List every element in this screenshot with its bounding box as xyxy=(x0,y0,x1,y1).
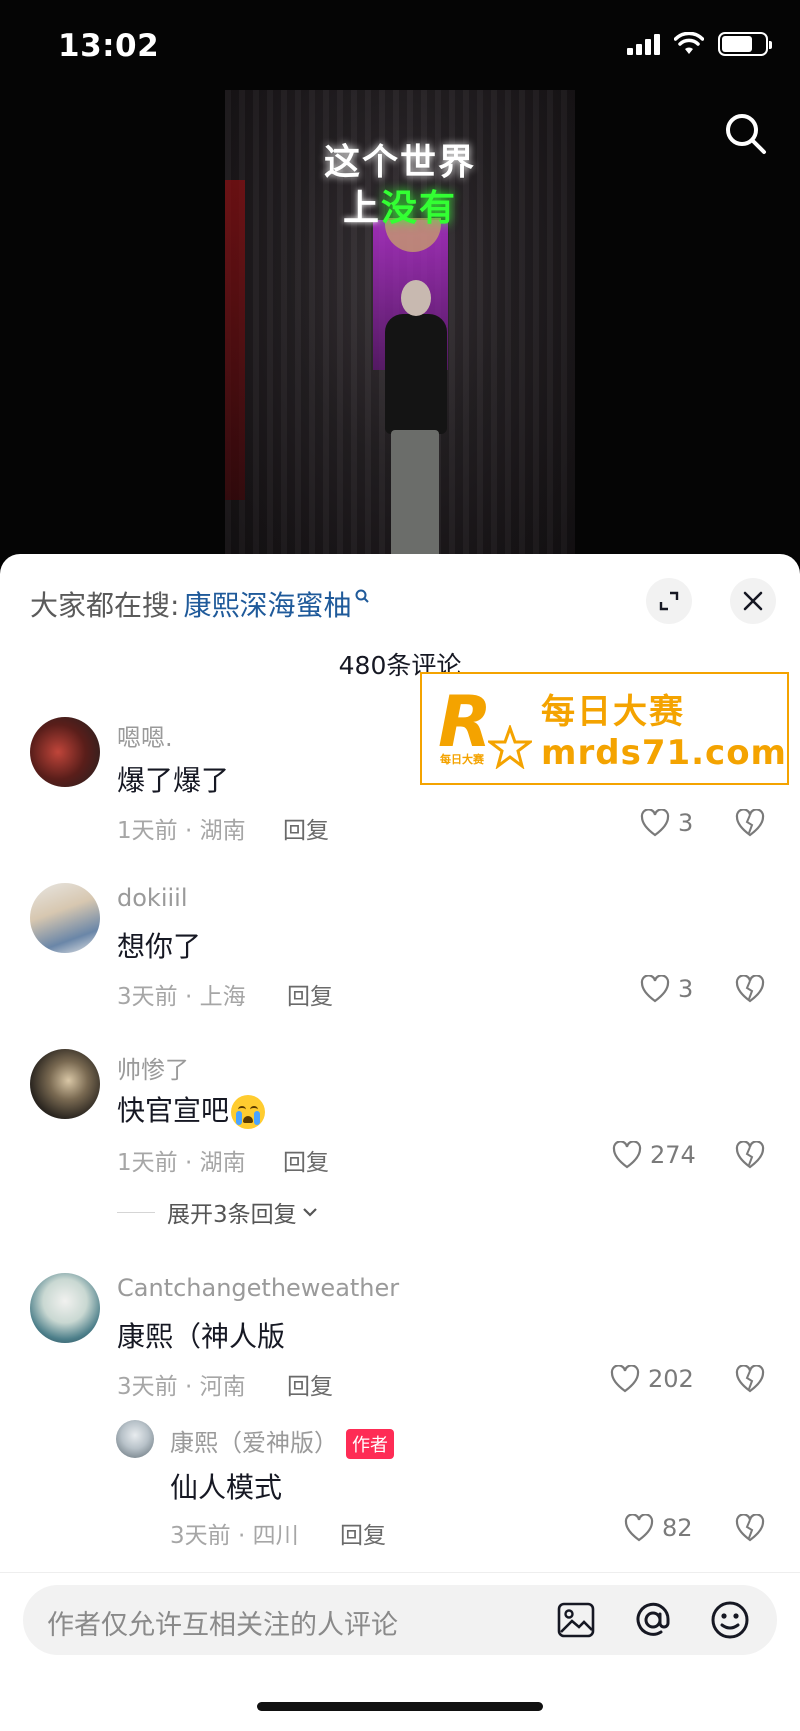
heart-icon xyxy=(612,1141,642,1169)
dislike-button[interactable] xyxy=(735,974,765,1007)
dislike-button[interactable] xyxy=(735,1513,765,1546)
like-count: 3 xyxy=(678,809,694,837)
comment-username[interactable]: 帅惨了 xyxy=(117,1050,189,1085)
at-icon xyxy=(636,1602,670,1636)
comment-meta: 3天前 · 上海 xyxy=(117,984,246,1010)
avatar[interactable] xyxy=(30,717,100,787)
comment-meta: 1天前 · 湖南 xyxy=(117,818,246,844)
comment-text-body: 快官宣吧 xyxy=(117,1094,230,1127)
expand-replies-label: 展开3条回复 xyxy=(167,1202,297,1228)
like-count: 202 xyxy=(648,1365,694,1393)
like-button[interactable]: 202 xyxy=(610,1365,694,1393)
smiley-icon xyxy=(711,1601,749,1639)
comment-input-bar[interactable]: 作者仅允许互相关注的人评论 xyxy=(23,1585,777,1655)
comment-username[interactable]: Cantchangetheweather xyxy=(117,1274,399,1302)
watermark-banner: R 每日大赛 每日大赛 mrds71.com xyxy=(420,672,789,785)
reply-button[interactable]: 回复 xyxy=(287,977,333,1011)
video-person xyxy=(373,280,453,560)
battery-fill xyxy=(722,36,753,52)
chevron-down-icon xyxy=(302,1208,317,1217)
broken-heart-icon xyxy=(735,808,765,837)
comment-text: 快官宣吧 xyxy=(117,1089,266,1129)
reply-button[interactable]: 回复 xyxy=(283,1143,329,1177)
like-count: 3 xyxy=(678,975,694,1003)
caption-line-2-white: 上 xyxy=(342,188,381,229)
search-button[interactable] xyxy=(722,110,770,158)
video-caption: 这个世界 上没有 xyxy=(300,140,500,232)
like-button[interactable]: 82 xyxy=(624,1514,693,1542)
like-button[interactable]: 274 xyxy=(612,1141,696,1169)
reply-button[interactable]: 回复 xyxy=(340,1516,386,1550)
like-count: 274 xyxy=(650,1141,696,1169)
watermark-logo: R 每日大赛 xyxy=(438,679,533,779)
bottom-divider xyxy=(0,1572,800,1573)
expand-divider xyxy=(117,1211,155,1213)
trending-search-keyword[interactable]: 康熙深海蜜柚 xyxy=(183,584,351,624)
search-icon xyxy=(726,114,766,154)
broken-heart-icon xyxy=(735,1364,765,1393)
avatar[interactable] xyxy=(116,1420,154,1458)
comment-input-placeholder[interactable]: 作者仅允许互相关注的人评论 xyxy=(47,1603,398,1642)
comment-text: 爆了爆了 xyxy=(117,764,230,797)
caption-line-2: 上没有 xyxy=(300,186,500,232)
trending-search[interactable]: 大家都在搜: 康熙深海蜜柚 xyxy=(30,584,370,624)
status-bar: 13:02 xyxy=(0,0,800,96)
broken-heart-icon xyxy=(735,1140,765,1169)
caption-line-1: 这个世界 xyxy=(323,142,476,183)
image-button[interactable] xyxy=(555,1599,597,1641)
like-button[interactable]: 3 xyxy=(640,809,693,837)
watermark-logo-small: 每日大赛 xyxy=(440,752,484,766)
status-icons xyxy=(627,32,772,56)
like-button[interactable]: 3 xyxy=(640,975,693,1003)
watermark-text: 每日大赛 mrds71.com xyxy=(541,684,787,773)
reply-button[interactable]: 回复 xyxy=(287,1367,333,1401)
dislike-button[interactable] xyxy=(735,808,765,841)
comment-text: 想你了 xyxy=(117,930,202,963)
heart-icon xyxy=(610,1365,640,1393)
reply-username: 康熙（爱神版） 作者 xyxy=(170,1423,394,1459)
broken-heart-icon xyxy=(735,974,765,1003)
watermark-domain: mrds71.com xyxy=(541,733,787,773)
reply-button[interactable]: 回复 xyxy=(283,811,329,845)
heart-icon xyxy=(640,809,670,837)
expand-icon xyxy=(659,591,679,611)
watermark-name: 每日大赛 xyxy=(541,692,686,732)
comment-text: 康熙（神人版 xyxy=(117,1320,286,1353)
comment-meta: 3天前 · 河南 xyxy=(117,1374,246,1400)
battery-icon xyxy=(718,32,772,56)
avatar[interactable] xyxy=(30,883,100,953)
like-count: 82 xyxy=(662,1514,693,1542)
comment-username[interactable]: 嗯嗯. xyxy=(117,718,173,753)
heart-icon xyxy=(640,975,670,1003)
heart-icon xyxy=(624,1514,654,1542)
comment-username[interactable]: dokiiil xyxy=(117,884,188,912)
search-small-icon xyxy=(355,589,370,603)
author-badge: 作者 xyxy=(346,1429,394,1459)
caption-line-2-green: 没有 xyxy=(381,188,458,229)
home-indicator[interactable] xyxy=(257,1702,543,1711)
star-icon xyxy=(488,724,532,769)
wifi-icon xyxy=(674,32,704,54)
avatar[interactable] xyxy=(30,1049,100,1119)
image-icon xyxy=(557,1602,595,1638)
dislike-button[interactable] xyxy=(735,1364,765,1397)
status-time: 13:02 xyxy=(58,28,160,64)
avatar[interactable] xyxy=(30,1273,100,1343)
mention-button[interactable] xyxy=(632,1599,674,1641)
trending-search-label: 大家都在搜: xyxy=(30,589,180,622)
reply-meta: 3天前 · 四川 xyxy=(170,1523,299,1549)
reply-text: 仙人模式 xyxy=(170,1471,283,1504)
close-icon xyxy=(743,591,763,611)
crying-emoji-icon xyxy=(231,1095,266,1129)
reply-username-text[interactable]: 康熙（爱神版） xyxy=(170,1429,338,1457)
dislike-button[interactable] xyxy=(735,1140,765,1173)
comment-meta: 1天前 · 湖南 xyxy=(117,1150,246,1176)
cellular-signal-icon xyxy=(627,33,660,55)
emoji-button[interactable] xyxy=(709,1599,751,1641)
expand-panel-button[interactable] xyxy=(646,578,692,624)
broken-heart-icon xyxy=(735,1513,765,1542)
close-panel-button[interactable] xyxy=(730,578,776,624)
expand-replies-button[interactable]: 展开3条回复 xyxy=(117,1195,319,1229)
